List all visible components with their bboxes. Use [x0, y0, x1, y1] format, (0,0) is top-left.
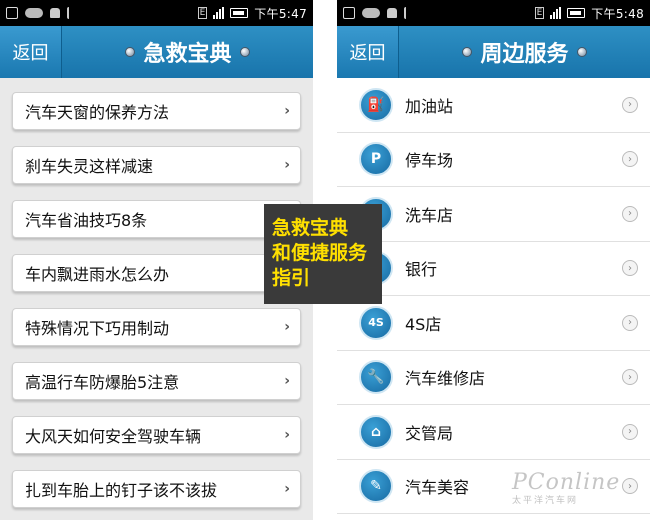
service-item-repair-shop[interactable]: 🔧 汽车维修店 › — [337, 351, 650, 405]
list-item-label: 高温行车防爆胎5注意 — [25, 373, 180, 392]
signal-icon — [213, 7, 225, 19]
list-item-label: 车内飘进雨水怎么办 — [25, 265, 170, 284]
watermark-logo: PConline 太平洋汽车网 — [512, 470, 642, 514]
list-item[interactable]: 汽车省油技巧8条› — [12, 200, 301, 238]
chevron-right-icon: › — [622, 314, 638, 331]
service-item-label: 银行 — [405, 260, 438, 280]
service-item-label: 加油站 — [405, 96, 454, 116]
fuel-pump-icon: ⛽ — [359, 87, 393, 122]
watermark-brand: PConline — [512, 470, 621, 495]
chevron-right-icon: › — [622, 151, 638, 168]
services-list: ⛽加油站› P停车场› ●洗车店› ¥银行› 4S4S店› 🔧汽车维修店› ⌂交… — [337, 78, 650, 514]
notification-icon — [343, 7, 355, 19]
usb-icon — [404, 7, 410, 19]
status-bar: E 下午5:48 — [337, 0, 650, 26]
page-title: 周边服务 — [480, 42, 569, 67]
chevron-right-icon: › — [284, 319, 290, 335]
list-item-label: 汽车省油技巧8条 — [25, 211, 148, 230]
service-item-label: 洗车店 — [405, 205, 454, 225]
page-title: 急救宝典 — [143, 42, 232, 67]
network-type-icon: E — [197, 7, 208, 19]
list-item[interactable]: 汽车天窗的保养方法 › — [12, 92, 301, 130]
list-item[interactable]: 扎到车胎上的钉子该不该拔 › — [12, 470, 301, 508]
list-item[interactable]: 高温行车防爆胎5注意 › — [12, 362, 301, 400]
back-button[interactable]: 返回 — [0, 26, 62, 78]
service-item-parking[interactable]: P 停车场 › — [337, 133, 650, 187]
status-bar: E 下午5:47 — [0, 0, 313, 26]
battery-icon — [567, 8, 586, 18]
screenshot-canvas: E 下午5:47 返回 急救宝典 汽车天窗的保养方法 › 刹车失灵这样减速 › 汽车… — [0, 0, 650, 520]
battery-icon — [230, 8, 249, 18]
android-icon — [50, 8, 60, 18]
service-item-bank[interactable]: ¥银行› — [337, 242, 650, 296]
title-bullet-icon — [462, 47, 473, 57]
cloud-icon — [25, 8, 43, 18]
list-item-label: 扎到车胎上的钉子该不该拔 — [25, 481, 218, 500]
caption-line: 和便捷服务 — [272, 242, 368, 264]
list-item[interactable]: 车内飘进雨水怎么办› — [12, 254, 301, 292]
chevron-right-icon: › — [622, 423, 638, 440]
list-item[interactable]: 特殊情况下巧用制动 › — [12, 308, 301, 346]
notification-icon — [6, 7, 18, 19]
title-bullet-icon — [125, 47, 136, 57]
cloud-icon — [362, 8, 380, 18]
list-item-label: 特殊情况下巧用制动 — [25, 319, 170, 338]
chevron-right-icon: › — [622, 96, 638, 113]
page-title-wrap: 周边服务 — [399, 36, 650, 68]
house-icon: ⌂ — [359, 414, 393, 449]
title-bar: 返回 急救宝典 — [0, 26, 313, 78]
caption-line: 急救宝典 — [272, 217, 349, 239]
title-bullet-icon — [239, 47, 250, 57]
list-item[interactable]: 大风天如何安全驾驶车辆 › — [12, 416, 301, 454]
back-button[interactable]: 返回 — [337, 26, 399, 78]
chevron-right-icon: › — [284, 157, 290, 173]
wrench-icon: 🔧 — [359, 360, 393, 395]
status-time: 下午5:47 — [254, 6, 307, 21]
beauty-brush-icon: ✎ — [359, 469, 393, 504]
chevron-right-icon: › — [284, 373, 290, 389]
service-item-label: 停车场 — [405, 151, 454, 171]
caption-line: 指引 — [272, 267, 311, 289]
caption-overlay: 急救宝典 和便捷服务 指引 — [264, 204, 382, 304]
service-item-label: 汽车维修店 — [405, 369, 486, 389]
list-item[interactable]: 刹车失灵这样减速 › — [12, 146, 301, 184]
list-item-label: 大风天如何安全驾驶车辆 — [25, 427, 202, 446]
service-item-4s-dealer[interactable]: 4S 4S店 › — [337, 296, 650, 351]
usb-icon — [67, 7, 73, 19]
chevron-right-icon: › — [622, 205, 638, 222]
chevron-right-icon: › — [284, 481, 290, 497]
title-bullet-icon — [576, 47, 587, 57]
android-icon — [387, 8, 397, 18]
status-time: 下午5:48 — [591, 6, 644, 21]
signal-icon — [550, 7, 562, 19]
chevron-right-icon: › — [284, 103, 290, 119]
page-title-wrap: 急救宝典 — [62, 36, 313, 68]
service-item-gas-station[interactable]: ⛽ 加油站 › — [337, 78, 650, 133]
service-item-traffic-bureau[interactable]: ⌂ 交管局 › — [337, 405, 650, 460]
list-item-label: 刹车失灵这样减速 — [25, 157, 154, 176]
parking-icon: P — [359, 142, 393, 177]
service-item-label: 4S店 — [405, 314, 442, 334]
chevron-right-icon: › — [284, 427, 290, 443]
chevron-right-icon: › — [622, 260, 638, 277]
right-phone-screen: E 下午5:48 返回 周边服务 ⛽加油站› P停车场› ●洗车店› ¥银行› … — [337, 0, 650, 520]
service-item-label: 交管局 — [405, 423, 454, 443]
service-item-car-wash[interactable]: ●洗车店› — [337, 187, 650, 242]
network-type-icon: E — [534, 7, 545, 19]
list-item-label: 汽车天窗的保养方法 — [25, 103, 170, 122]
dealership-4s-icon: 4S — [359, 305, 393, 340]
watermark-subtitle: 太平洋汽车网 — [512, 496, 579, 506]
chevron-right-icon: › — [622, 369, 638, 386]
title-bar: 返回 周边服务 — [337, 26, 650, 78]
